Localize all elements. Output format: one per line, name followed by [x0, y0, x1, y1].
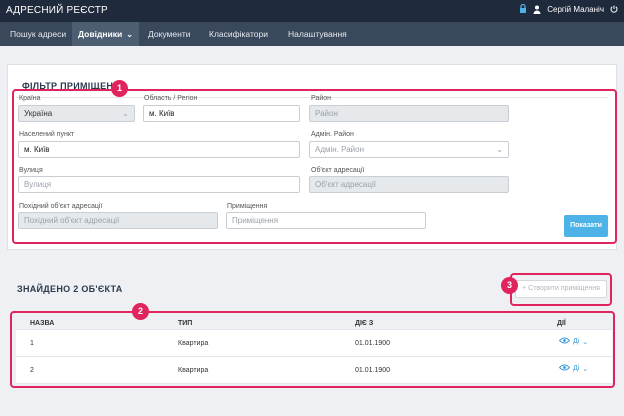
nav-item-classifiers[interactable]: Класифікатори: [203, 22, 274, 46]
annotation-highlight-2: [10, 311, 615, 388]
annotation-badge-3: 3: [501, 277, 518, 294]
power-icon[interactable]: [610, 5, 618, 13]
nav-item-address-search[interactable]: Пошук адреси: [4, 22, 72, 46]
annotation-badge-2: 2: [132, 303, 149, 320]
user-area: Сергій Маланіч: [519, 4, 618, 14]
user-name[interactable]: Сергій Маланіч: [547, 5, 604, 14]
nav-item-settings[interactable]: Налаштування: [282, 22, 353, 46]
main-nav: Пошук адреси Довідники ⌄ Документи Класиф…: [0, 22, 624, 46]
annotation-highlight-1: [12, 89, 617, 244]
app-title: АДРЕСНИЙ РЕЄСТР: [6, 5, 108, 16]
annotation-badge-1: 1: [111, 80, 128, 97]
annotation-highlight-3: [510, 273, 612, 306]
chevron-down-icon: ⌄: [126, 30, 133, 39]
nav-item-directories[interactable]: Довідники ⌄: [72, 22, 139, 46]
top-bar: АДРЕСНИЙ РЕЄСТР Сергій Маланіч: [0, 0, 624, 22]
user-icon: [533, 5, 541, 14]
results-title: ЗНАЙДЕНО 2 ОБ'ЄКТА: [17, 284, 123, 294]
nav-item-documents[interactable]: Документи: [142, 22, 196, 46]
lock-icon[interactable]: [519, 4, 527, 14]
